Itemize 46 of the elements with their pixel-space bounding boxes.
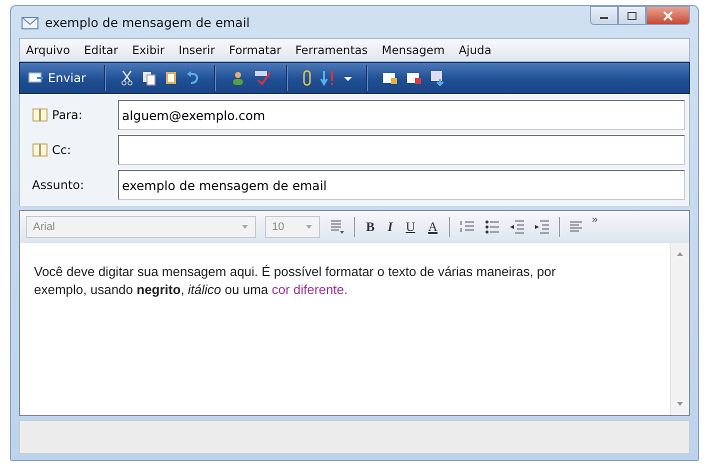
scissors-icon[interactable] (120, 70, 134, 86)
close-button[interactable] (646, 6, 690, 25)
menu-item[interactable]: Editar (84, 43, 118, 57)
maximize-icon (627, 12, 637, 20)
copy-icon[interactable] (142, 70, 156, 86)
close-icon (662, 10, 674, 20)
window-title: exemplo de mensagem de email (45, 14, 250, 30)
dropdown-arrow-icon (305, 224, 313, 230)
more-button[interactable]: » (592, 213, 598, 226)
dropdown-arrow-icon (241, 224, 249, 230)
increase-indent-icon[interactable] (534, 219, 550, 235)
paste-icon[interactable] (164, 70, 178, 86)
scroll-up-icon[interactable] (676, 251, 684, 257)
send-button[interactable]: Enviar (24, 69, 90, 87)
spellcheck-icon[interactable] (254, 70, 272, 86)
send-mail-icon (28, 71, 44, 85)
menu-item[interactable]: Arquivo (26, 43, 70, 57)
minimize-button[interactable] (590, 6, 618, 25)
font-color-button[interactable]: A (426, 219, 440, 235)
maximize-button[interactable] (618, 6, 646, 25)
message-text: Você deve digitar sua mensagem aqui. É possível formatar o texto de várias maneiras, por exemplo, usando negrito, itálico ou uma cor diferente. (34, 263, 557, 298)
menu-item[interactable]: Exibir (132, 43, 165, 57)
menu-item[interactable]: Ferramentas (295, 43, 368, 57)
bold-button[interactable]: B (364, 219, 377, 235)
input-field[interactable]: alguem@exemplo.com (118, 100, 685, 130)
paperclip-icon[interactable] (302, 70, 312, 86)
menu-item[interactable]: Formatar (228, 43, 282, 57)
priority-icon[interactable] (320, 70, 336, 86)
decrease-indent-icon[interactable] (508, 219, 525, 235)
paragraph-style-icon[interactable] (329, 219, 345, 235)
message-body[interactable]: Você deve digitar sua mensagem aqui. É possível formatar o texto de várias maneiras, por exemplo, usando negrito, itálico ou uma cor diferente. (20, 243, 670, 415)
underline-button[interactable]: U (404, 219, 418, 235)
numbered-list-icon[interactable] (458, 219, 475, 235)
scrollbar[interactable] (670, 243, 689, 415)
input-field[interactable]: exemplo de mensagem de email (118, 170, 685, 200)
field-label: Assunto: (32, 178, 84, 192)
bulleted-list-icon[interactable] (484, 219, 500, 235)
menu-item[interactable]: Mensagem (382, 43, 445, 57)
scroll-down-icon[interactable] (676, 401, 684, 407)
undo-icon[interactable] (186, 70, 200, 86)
input-field[interactable] (118, 135, 685, 165)
italic-button[interactable]: I (386, 219, 395, 235)
menu-item[interactable]: Inserir (178, 43, 215, 57)
field-label: Cc: (52, 143, 72, 157)
field-label: Para: (52, 108, 82, 122)
menu-item[interactable]: Ajuda (458, 43, 492, 57)
